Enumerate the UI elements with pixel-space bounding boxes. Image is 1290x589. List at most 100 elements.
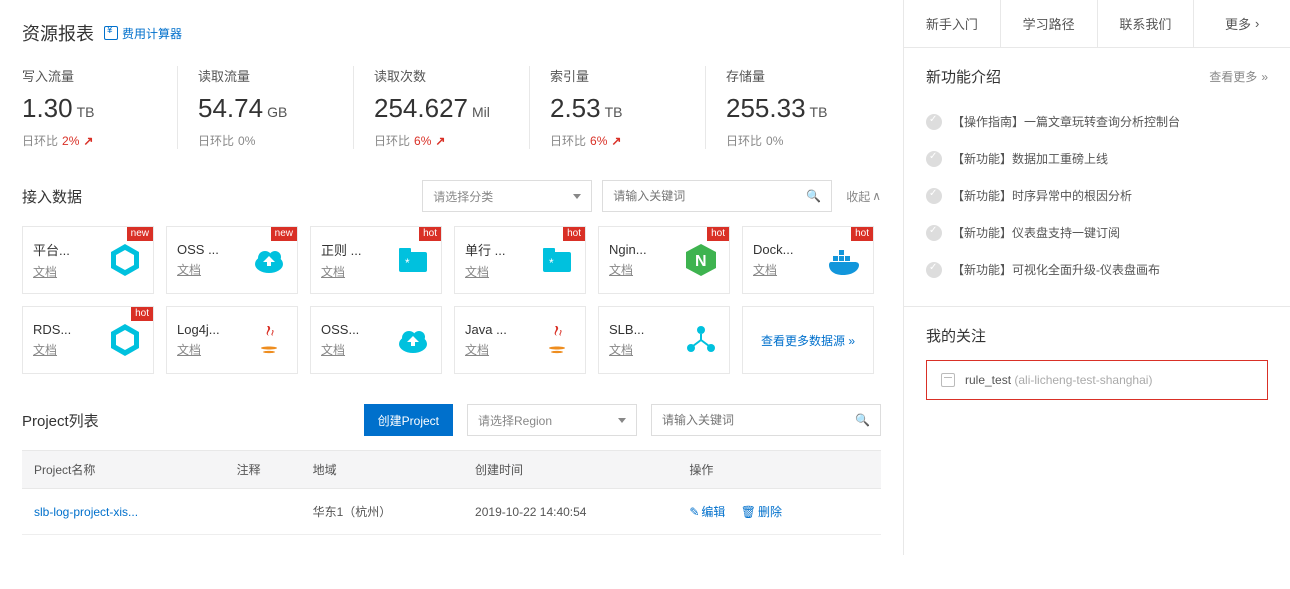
delete-link[interactable]: 🗑删除 (741, 503, 782, 520)
card-doc-link[interactable]: 文档 (321, 341, 359, 358)
metric-unit: TB (810, 104, 828, 120)
card-doc-link[interactable]: 文档 (465, 263, 505, 280)
cost-calculator-link[interactable]: 费用计算器 (104, 25, 182, 42)
table-row: slb-log-project-xis... 华东1（杭州） 2019-10-2… (22, 489, 881, 535)
datasource-card[interactable]: hot 单行 ... 文档 (454, 226, 586, 294)
metric-unit: TB (77, 104, 95, 120)
edit-link[interactable]: ✎编辑 (689, 503, 725, 520)
card-doc-link[interactable]: 文档 (33, 263, 70, 280)
card-doc-link[interactable]: 文档 (609, 341, 644, 358)
project-search[interactable]: 🔍 (651, 404, 881, 436)
side-tab[interactable]: 更多 › (1193, 0, 1290, 47)
java-icon (539, 322, 575, 358)
feature-item[interactable]: 【新功能】时序异常中的根因分析 (926, 177, 1268, 214)
card-title: Java ... (465, 322, 507, 337)
tab-label: 学习路径 (1023, 17, 1075, 32)
page-title: 资源报表 (22, 20, 94, 46)
metric-label: 写入流量 (22, 66, 177, 85)
card-doc-link[interactable]: 文档 (33, 341, 71, 358)
metric-label: 索引量 (550, 66, 705, 85)
delta-pct: 2% (62, 134, 79, 148)
category-select[interactable]: 请选择分类 (422, 180, 592, 212)
datasource-card[interactable]: OSS... 文档 (310, 306, 442, 374)
follow-item[interactable]: rule_test (ali-licheng-test-shanghai) (926, 360, 1268, 400)
create-project-button[interactable]: 创建Project (364, 404, 453, 436)
card-badge: new (271, 227, 297, 241)
trend-up-icon: ↗ (83, 134, 93, 148)
feature-item[interactable]: 【新功能】可视化全面升级-仪表盘画布 (926, 251, 1268, 288)
side-tab[interactable]: 学习路径 (1000, 0, 1097, 47)
datasource-card[interactable]: hot 正则 ... 文档 (310, 226, 442, 294)
metric-delta: 日环比 0% (198, 132, 353, 149)
card-title: Log4j... (177, 322, 220, 337)
metric-unit: TB (605, 104, 623, 120)
delta-label: 日环比 (726, 132, 762, 149)
chevron-down-icon (618, 418, 626, 423)
delta-pct: 0% (238, 134, 255, 148)
datasource-card[interactable]: SLB... 文档 (598, 306, 730, 374)
card-title: 单行 ... (465, 240, 505, 259)
feature-item[interactable]: 【操作指南】一篇文章玩转查询分析控制台 (926, 103, 1268, 140)
datasource-card[interactable]: hot Dock... 文档 (742, 226, 874, 294)
delta-pct: 6% (414, 134, 431, 148)
check-circle-icon (926, 225, 942, 241)
folder-icon (395, 242, 431, 278)
card-title: OSS... (321, 322, 359, 337)
side-tab[interactable]: 联系我们 (1097, 0, 1194, 47)
card-title: SLB... (609, 322, 644, 337)
card-doc-link[interactable]: 文档 (609, 261, 647, 278)
side-tab[interactable]: 新手入门 (904, 0, 1000, 47)
delta-label: 日环比 (374, 132, 410, 149)
datasource-card[interactable]: hot RDS... 文档 (22, 306, 154, 374)
metric-value: 254.627Mil (374, 93, 529, 124)
project-search-input[interactable] (662, 413, 870, 427)
check-circle-icon (926, 262, 942, 278)
delta-label: 日环比 (550, 132, 586, 149)
keyword-input[interactable] (613, 189, 821, 203)
chevron-down-icon (573, 194, 581, 199)
card-doc-link[interactable]: 文档 (753, 261, 793, 278)
region-select[interactable]: 请选择Region (467, 404, 637, 436)
project-created: 2019-10-22 14:40:54 (463, 489, 677, 535)
col-region: 地域 (301, 451, 463, 489)
feature-text: 【新功能】数据加工重磅上线 (952, 150, 1108, 167)
card-doc-link[interactable]: 文档 (177, 341, 220, 358)
card-doc-link[interactable]: 文档 (465, 341, 507, 358)
col-ops: 操作 (677, 451, 881, 489)
datasource-card[interactable]: hot Ngin... 文档 (598, 226, 730, 294)
metric-value: 255.33TB (726, 93, 881, 124)
folder-icon (539, 242, 575, 278)
card-title: Ngin... (609, 242, 647, 257)
card-doc-link[interactable]: 文档 (321, 263, 361, 280)
col-project-name: Project名称 (22, 451, 225, 489)
metric-label: 读取流量 (198, 66, 353, 85)
features-view-more[interactable]: 查看更多 » (1209, 68, 1268, 85)
delta-pct: 6% (590, 134, 607, 148)
delta-label: 日环比 (22, 132, 58, 149)
cloud-icon (395, 322, 431, 358)
datasource-card[interactable]: new OSS ... 文档 (166, 226, 298, 294)
project-region: 华东1（杭州） (301, 489, 463, 535)
card-doc-link[interactable]: 文档 (177, 261, 219, 278)
more-sources-link[interactable]: 查看更多数据源 » (742, 306, 874, 374)
keyword-search[interactable]: 🔍 (602, 180, 832, 212)
calculator-icon (104, 26, 118, 40)
delta-pct: 0% (766, 134, 783, 148)
collapse-label: 收起 (846, 188, 870, 205)
metric-value: 54.74GB (198, 93, 353, 124)
chevron-right-icon: › (1255, 16, 1259, 31)
datasource-card[interactable]: Java ... 文档 (454, 306, 586, 374)
metric-card: 写入流量 1.30TB 日环比 2% ↗ (22, 66, 177, 149)
view-more-label: 查看更多 (1209, 68, 1257, 85)
project-ops: ✎编辑 🗑删除 (677, 489, 881, 535)
project-name-link[interactable]: slb-log-project-xis... (22, 489, 225, 535)
feature-item[interactable]: 【新功能】仪表盘支持一键订阅 (926, 214, 1268, 251)
datasource-card[interactable]: Log4j... 文档 (166, 306, 298, 374)
datasource-card[interactable]: new 平台... 文档 (22, 226, 154, 294)
follow-path: (ali-licheng-test-shanghai) (1014, 373, 1152, 387)
metric-unit: Mil (472, 104, 490, 120)
feature-item[interactable]: 【新功能】数据加工重磅上线 (926, 140, 1268, 177)
delta-label: 日环比 (198, 132, 234, 149)
card-badge: hot (851, 227, 873, 241)
collapse-toggle[interactable]: 收起 ∧ (846, 188, 881, 205)
